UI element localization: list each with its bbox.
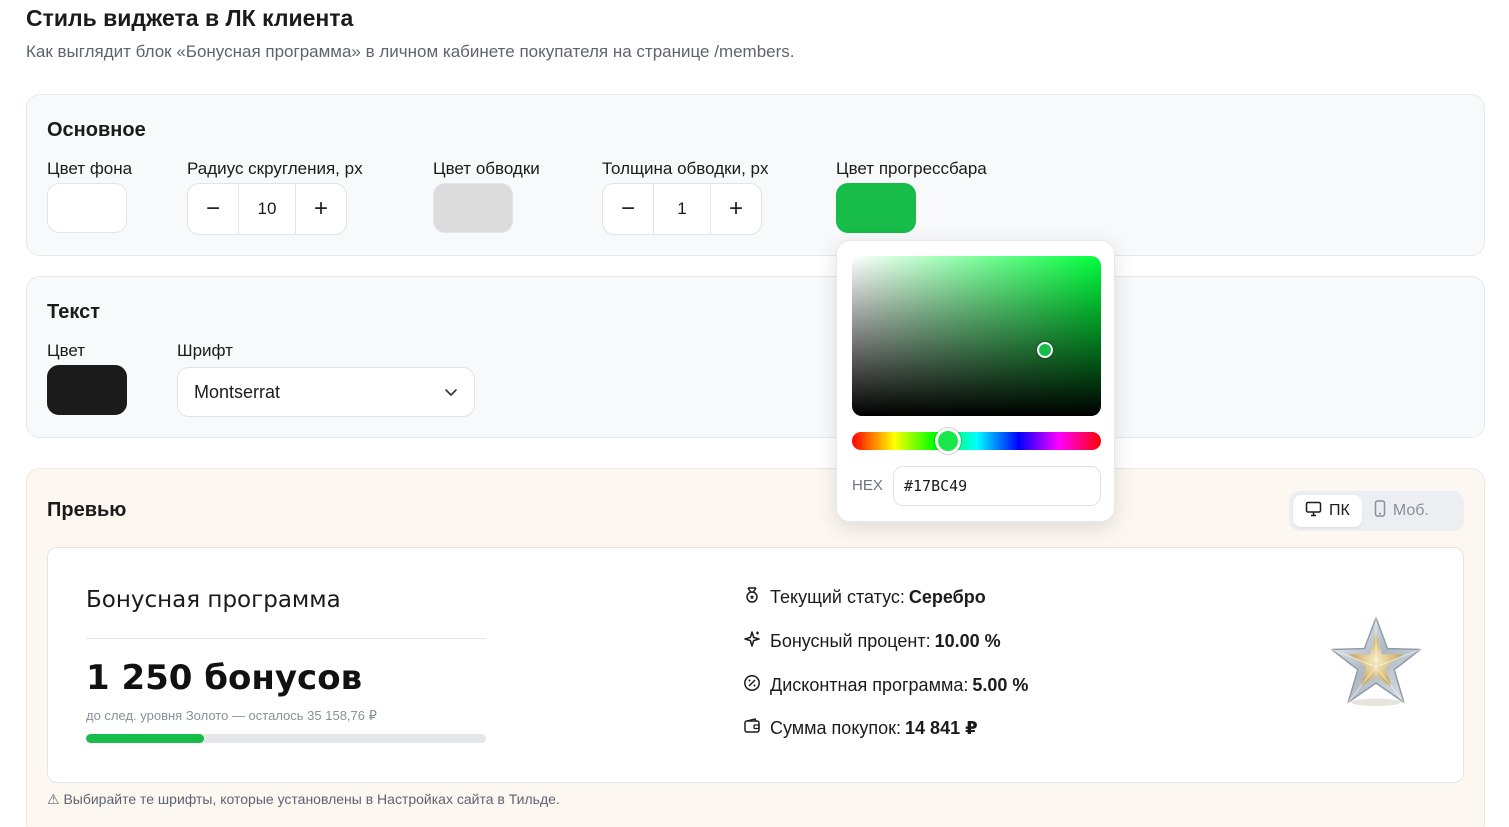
text-section-title: Текст	[47, 301, 101, 323]
discount-icon	[743, 674, 761, 697]
phone-icon	[1374, 500, 1386, 522]
border-width-value[interactable]: 1	[653, 184, 711, 234]
hex-label: HEX	[852, 477, 883, 494]
border-width-increment-button[interactable]: +	[711, 184, 761, 234]
progress-color-label: Цвет прогрессбара	[836, 159, 987, 178]
saturation-value-area[interactable]	[852, 256, 1101, 416]
hue-slider[interactable]	[852, 432, 1101, 450]
text-color-swatch[interactable]	[47, 365, 127, 415]
radius-increment-button[interactable]: +	[296, 184, 346, 234]
border-color-label: Цвет обводки	[433, 159, 540, 178]
toggle-desktop[interactable]: ПК	[1293, 495, 1362, 527]
stat-bonus-percent: Бонусный процент: 10.00 %	[743, 630, 1001, 653]
saturation-value-handle[interactable]	[1037, 342, 1053, 358]
basic-settings-card: Основное Цвет фона Радиус скругления, px…	[26, 94, 1485, 256]
level-progress-bar	[86, 734, 486, 743]
border-width-stepper: − 1 +	[602, 183, 762, 235]
basic-section-title: Основное	[47, 119, 146, 141]
toggle-mobile[interactable]: Моб.	[1362, 495, 1441, 527]
stat-bonus-percent-label: Бонусный процент:	[770, 631, 931, 651]
page-title: Стиль виджета в ЛК клиента	[26, 5, 354, 31]
stat-purchase-total-label: Сумма покупок:	[770, 718, 902, 738]
color-picker-popover: HEX #17BC49	[836, 240, 1115, 522]
font-label: Шрифт	[177, 341, 233, 360]
border-color-swatch[interactable]	[433, 183, 513, 233]
bg-color-label: Цвет фона	[47, 159, 133, 178]
stat-discount-label: Дисконтная программа:	[770, 675, 969, 695]
widget-title: Бонусная программа	[86, 587, 341, 613]
preview-card: Превью ПК Моб. Бонусная программа 1 250 …	[26, 468, 1485, 827]
stat-purchase-total-value: 14 841 ₽	[905, 718, 978, 738]
border-width-label: Толщина обводки, px	[602, 159, 769, 178]
medal-icon	[743, 586, 761, 609]
level-progress-fill	[86, 734, 204, 743]
toggle-desktop-label: ПК	[1329, 502, 1350, 519]
stat-discount-value: 5.00 %	[972, 675, 1029, 695]
stat-status-value: Серебро	[908, 587, 986, 607]
silver-star-badge-icon	[1331, 617, 1421, 707]
chevron-down-icon	[444, 385, 458, 399]
stat-purchase-total: Сумма покупок: 14 841 ₽	[743, 717, 978, 740]
toggle-mobile-label: Моб.	[1392, 502, 1429, 519]
radius-label: Радиус скругления, px	[187, 159, 363, 178]
monitor-icon	[1305, 501, 1322, 522]
text-color-label: Цвет	[47, 341, 86, 360]
stat-bonus-percent-value: 10.00 %	[934, 631, 1001, 651]
progress-color-swatch[interactable]	[836, 183, 916, 233]
radius-stepper: − 10 +	[187, 183, 347, 235]
bg-color-swatch[interactable]	[47, 183, 127, 233]
stat-status-label: Текущий статус:	[770, 587, 905, 607]
bonus-amount: 1 250 бонусов	[86, 658, 363, 698]
page-subtitle: Как выглядит блок «Бонусная программа» в…	[26, 42, 795, 61]
hex-input[interactable]: #17BC49	[893, 466, 1101, 506]
font-select-value: Montserrat	[194, 381, 281, 402]
bonus-widget-preview: Бонусная программа 1 250 бонусов до след…	[47, 547, 1464, 783]
fonts-warning-note: ⚠ Выбирайте те шрифты, которые установле…	[47, 791, 560, 807]
radius-decrement-button[interactable]: −	[188, 184, 238, 234]
text-settings-card: Текст Цвет Шрифт Montserrat	[26, 276, 1485, 438]
next-level-text: до след. уровня Золото — осталось 35 158…	[86, 708, 377, 723]
radius-value[interactable]: 10	[238, 184, 296, 234]
border-width-decrement-button[interactable]: −	[603, 184, 653, 234]
preview-section-title: Превью	[47, 499, 127, 521]
hue-slider-handle[interactable]	[935, 428, 961, 454]
stat-discount: Дисконтная программа: 5.00 %	[743, 674, 1028, 697]
widget-divider	[86, 638, 486, 639]
sparkle-icon	[743, 630, 761, 653]
device-toggle: ПК Моб.	[1289, 491, 1464, 531]
wallet-icon	[743, 717, 761, 740]
stat-status: Текущий статус: Серебро	[743, 586, 986, 609]
font-select[interactable]: Montserrat	[177, 367, 475, 417]
